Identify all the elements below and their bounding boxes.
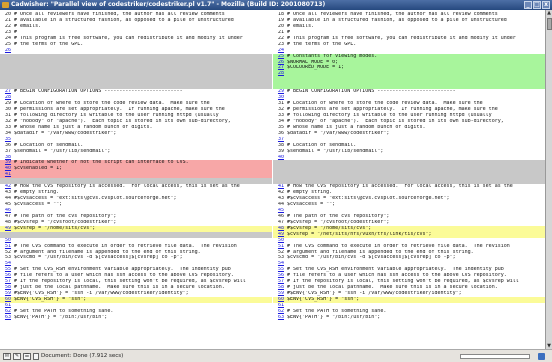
line-number[interactable]: 63 [0,315,14,321]
window-titlebar[interactable]: Cadwisher: "Parallel view of codestriker… [0,0,552,10]
new-version-pane: 18 # Once all reviewers have finished, th… [273,12,545,321]
code-text: $ENV{'PATH'} = "/bin:/usr/bin"; [14,314,108,320]
composer-icon[interactable]: ✎ [13,353,21,360]
old-version-pane: 20 # Once all reviewers have finished, th… [0,12,272,321]
security-lock-icon[interactable] [538,353,545,360]
app-icon [2,2,9,8]
scrollbar-thumb[interactable] [547,18,552,30]
scroll-up-arrow-icon[interactable]: ▲ [546,10,552,16]
offline-icon[interactable] [33,353,39,360]
progress-bar [460,354,530,359]
minimize-button[interactable]: _ [524,1,532,9]
line-number[interactable]: 63 [273,315,287,321]
vertical-scrollbar[interactable]: ▲ ▼ [545,10,552,349]
status-text: Document: Done (7.912 secs) [41,353,124,359]
window-title: Cadwisher: "Parallel view of codestriker… [11,1,326,8]
mail-icon[interactable]: ✉ [3,353,11,360]
window-controls: _ □ x [524,1,550,9]
maximize-button[interactable]: □ [533,1,541,9]
code-text: $ENV{'PATH'} = "/bin:/usr/bin"; [287,314,381,320]
diff-view: 20 # Once all reviewers have finished, th… [0,10,545,349]
addressbook-icon[interactable]: ☰ [23,353,31,360]
code-line: 63 $ENV{'PATH'} = "/bin:/usr/bin"; [273,315,545,321]
status-bar: ✉ ✎ ☰ Document: Done (7.912 secs) [0,349,552,362]
close-button[interactable]: x [542,1,550,9]
code-line: 63 $ENV{'PATH'} = "/bin:/usr/bin"; [0,315,272,321]
